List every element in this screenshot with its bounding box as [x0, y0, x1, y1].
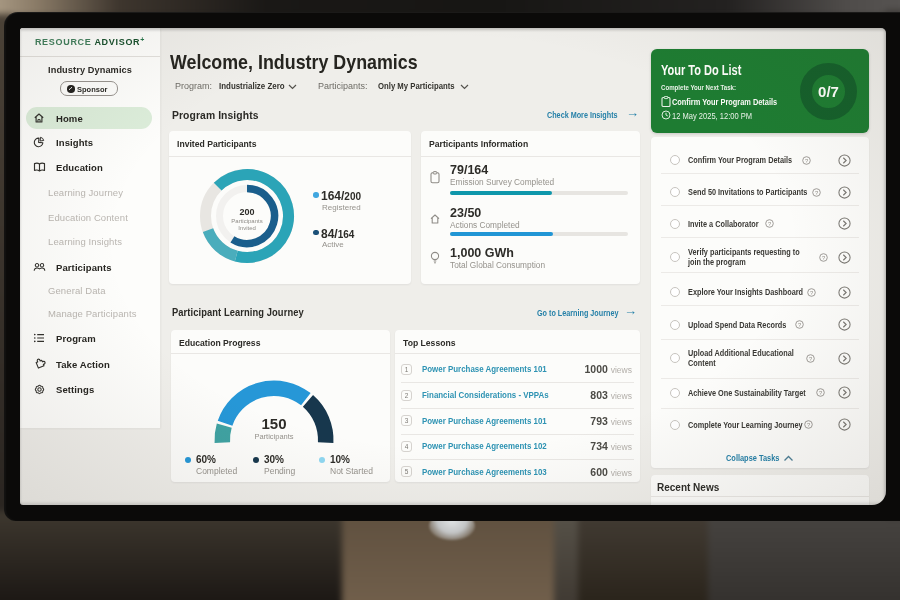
svg-text:?: ? [807, 422, 811, 428]
svg-text:?: ? [768, 221, 772, 227]
svg-text:?: ? [822, 254, 826, 260]
svg-text:?: ? [815, 189, 819, 195]
svg-text:?: ? [805, 157, 809, 163]
svg-text:?: ? [798, 322, 802, 328]
svg-text:?: ? [809, 355, 813, 361]
svg-text:?: ? [819, 390, 823, 396]
svg-text:?: ? [810, 289, 814, 295]
